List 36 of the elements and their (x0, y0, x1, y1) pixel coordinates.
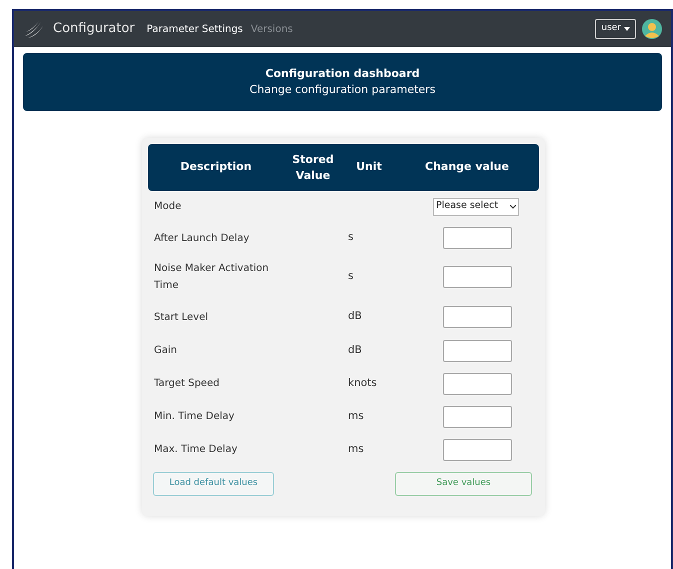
parameter-label: Start Level (154, 310, 210, 324)
nav-link[interactable]: Versions (250, 22, 293, 36)
parameter-label: Min. Time Delay (154, 410, 236, 424)
banner-subtitle: Change configuration parameters (250, 82, 436, 98)
unit-label: s (348, 269, 354, 284)
column-header: Description (179, 159, 253, 176)
parameter-label: Mode (154, 200, 182, 214)
column-header: Unit (355, 159, 383, 176)
value-input[interactable] (442, 306, 512, 328)
unit-label: dB (348, 342, 363, 358)
unit-label: ms (348, 408, 365, 424)
unit-label: dB (348, 309, 363, 324)
nav-link[interactable]: Parameter Settings (146, 22, 243, 36)
parameter-label: Noise Maker Activation Time (154, 262, 270, 293)
parameter-label: Max. Time Delay (154, 443, 238, 457)
column-header: Change value (424, 159, 510, 176)
caret-icon (624, 27, 630, 31)
banner-title: Configuration dashboard (265, 66, 420, 82)
brand-name[interactable]: Configurator (53, 19, 135, 39)
mode-select[interactable]: Please select (433, 198, 519, 216)
user-dropdown[interactable]: user (595, 19, 636, 39)
value-input[interactable] (442, 266, 512, 288)
column-header: Stored Value (291, 152, 335, 184)
parameter-label: Gain (154, 344, 178, 358)
unit-label: ms (348, 442, 365, 457)
value-input[interactable] (442, 340, 512, 362)
parameter-label: Target Speed (154, 377, 220, 391)
unit-label: knots (348, 376, 378, 391)
value-input[interactable] (442, 438, 512, 460)
value-input[interactable] (442, 227, 512, 249)
unit-label: s (348, 230, 354, 246)
avatar-icon[interactable] (642, 19, 662, 39)
caret-icon (510, 204, 516, 208)
parameter-label: After Launch Delay (154, 232, 250, 246)
value-input[interactable] (442, 406, 512, 428)
value-input[interactable] (442, 372, 512, 394)
